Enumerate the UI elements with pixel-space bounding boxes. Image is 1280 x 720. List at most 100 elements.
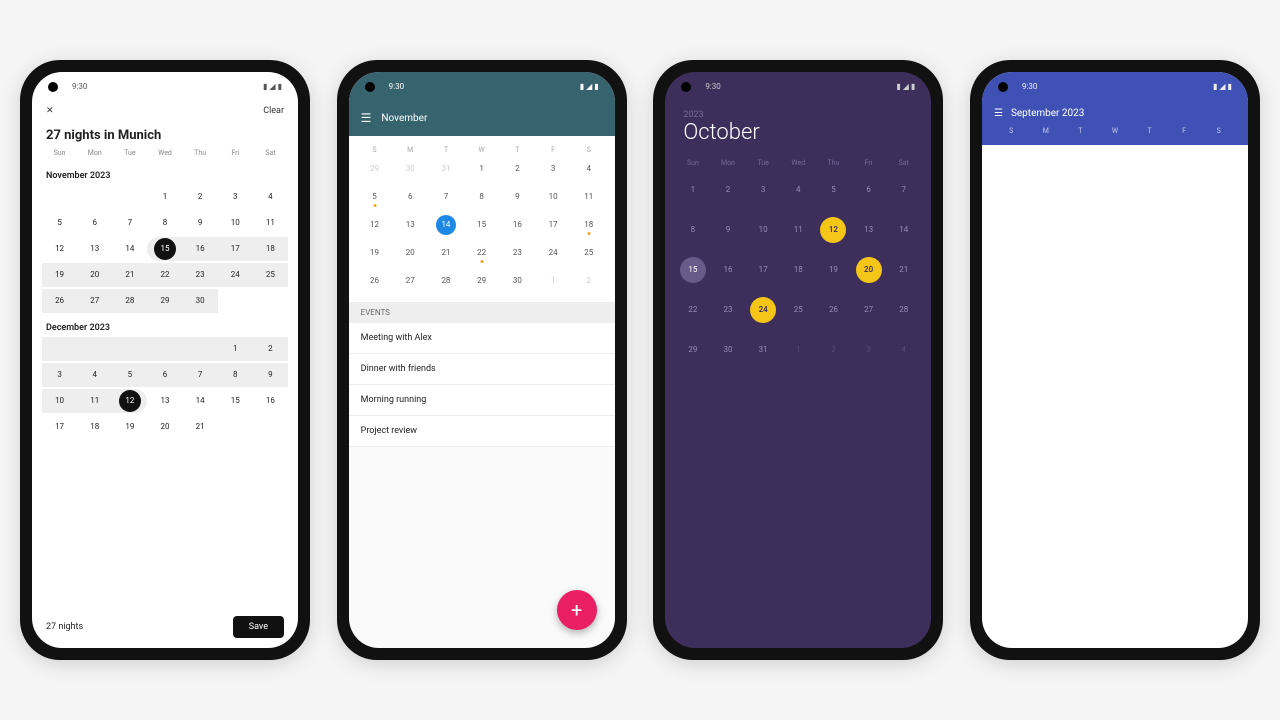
calendar-day[interactable]: 28 <box>886 297 921 323</box>
calendar-day[interactable]: 7 <box>886 177 921 203</box>
calendar-day[interactable]: 18 <box>781 257 816 283</box>
calendar-day[interactable]: 8 <box>675 217 710 243</box>
calendar-day[interactable]: 6 <box>392 186 428 208</box>
calendar-day[interactable]: 30 <box>710 337 745 363</box>
calendar-day[interactable]: 16 <box>253 389 288 413</box>
calendar-day[interactable]: 10 <box>218 211 253 235</box>
calendar-day[interactable]: 30 <box>392 158 428 180</box>
calendar-day[interactable]: 21 <box>112 263 147 287</box>
calendar-day[interactable]: 8 <box>147 211 182 235</box>
calendar-day[interactable]: 2 <box>571 270 607 292</box>
calendar-day[interactable]: 2 <box>816 337 851 363</box>
calendar-day[interactable]: 2 <box>253 337 288 361</box>
calendar-day[interactable]: 29 <box>357 158 393 180</box>
close-icon[interactable]: ✕ <box>46 106 54 116</box>
calendar-day[interactable]: 30 <box>500 270 536 292</box>
calendar-day[interactable]: 15 <box>464 214 500 236</box>
calendar-grid[interactable]: 2930311234567891011121314151617181920212… <box>357 158 607 292</box>
calendar-day[interactable]: 1 <box>675 177 710 203</box>
calendar-day[interactable]: 1 <box>464 158 500 180</box>
calendar-day[interactable]: 16 <box>183 237 218 261</box>
calendar-day[interactable]: 11 <box>253 211 288 235</box>
calendar-day[interactable]: 4 <box>571 158 607 180</box>
calendar-day[interactable]: 2 <box>500 158 536 180</box>
calendar-day[interactable]: 9 <box>710 217 745 243</box>
calendar-day[interactable]: 19 <box>112 415 147 439</box>
calendar-day[interactable]: 3 <box>218 185 253 209</box>
calendar-day[interactable]: 30 <box>183 289 218 313</box>
calendar-day[interactable]: 2 <box>710 177 745 203</box>
calendar-day[interactable]: 12 <box>357 214 393 236</box>
calendar-day[interactable]: 21 <box>183 415 218 439</box>
calendar-day[interactable]: 26 <box>357 270 393 292</box>
calendar-day[interactable]: 31 <box>428 158 464 180</box>
calendar-day[interactable]: 16 <box>710 257 745 283</box>
calendar-grid[interactable]: 1234567891011121314151617181920212223242… <box>665 173 931 367</box>
calendar-day[interactable]: 15 <box>147 237 182 261</box>
calendar-day[interactable]: 13 <box>147 389 182 413</box>
calendar-day[interactable]: 18 <box>571 214 607 236</box>
calendar-day[interactable]: 1 <box>781 337 816 363</box>
calendar-day[interactable]: 2 <box>183 185 218 209</box>
calendar-day[interactable]: 29 <box>675 337 710 363</box>
calendar-day[interactable]: 20 <box>77 263 112 287</box>
calendar-day[interactable]: 12 <box>112 389 147 413</box>
event-item[interactable]: Project review <box>349 416 615 447</box>
calendar-day[interactable]: 12 <box>42 237 77 261</box>
calendar-day[interactable]: 20 <box>392 242 428 264</box>
calendar-day[interactable]: 26 <box>42 289 77 313</box>
calendar-grid-dec[interactable]: 123456789101112131415161718192021 <box>32 337 298 439</box>
calendar-day[interactable]: 5 <box>42 211 77 235</box>
calendar-day[interactable]: 23 <box>500 242 536 264</box>
calendar-day[interactable]: 28 <box>428 270 464 292</box>
calendar-day[interactable]: 3 <box>42 363 77 387</box>
calendar-day[interactable]: 27 <box>77 289 112 313</box>
calendar-day[interactable]: 29 <box>147 289 182 313</box>
menu-icon[interactable]: ☰ <box>994 108 1003 119</box>
calendar-day[interactable]: 12 <box>816 217 851 243</box>
calendar-day[interactable]: 25 <box>253 263 288 287</box>
calendar-day[interactable]: 1 <box>218 337 253 361</box>
calendar-day[interactable]: 18 <box>253 237 288 261</box>
calendar-day[interactable]: 14 <box>183 389 218 413</box>
calendar-day[interactable]: 1 <box>535 270 571 292</box>
calendar-day[interactable]: 5 <box>357 186 393 208</box>
calendar-day[interactable]: 14 <box>886 217 921 243</box>
calendar-day[interactable]: 19 <box>42 263 77 287</box>
calendar-day[interactable]: 15 <box>675 257 710 283</box>
calendar-day[interactable]: 4 <box>77 363 112 387</box>
calendar-day[interactable]: 27 <box>392 270 428 292</box>
calendar-day[interactable]: 22 <box>147 263 182 287</box>
calendar-day[interactable]: 23 <box>710 297 745 323</box>
calendar-day[interactable]: 17 <box>42 415 77 439</box>
calendar-day[interactable]: 19 <box>357 242 393 264</box>
month-label[interactable]: September 2023 <box>1011 108 1084 119</box>
calendar-grid-nov[interactable]: 1234567891011121314151617181920212223242… <box>32 185 298 313</box>
calendar-day[interactable]: 13 <box>392 214 428 236</box>
calendar-day[interactable]: 25 <box>571 242 607 264</box>
calendar-day[interactable]: 25 <box>781 297 816 323</box>
event-item[interactable]: Meeting with Alex <box>349 323 615 354</box>
event-item[interactable]: Morning running <box>349 385 615 416</box>
calendar-day[interactable]: 16 <box>500 214 536 236</box>
calendar-day[interactable]: 11 <box>77 389 112 413</box>
calendar-day[interactable]: 20 <box>147 415 182 439</box>
calendar-day[interactable]: 3 <box>851 337 886 363</box>
calendar-day[interactable]: 3 <box>746 177 781 203</box>
calendar-day[interactable]: 8 <box>464 186 500 208</box>
calendar-day[interactable]: 19 <box>816 257 851 283</box>
calendar-day[interactable]: 4 <box>781 177 816 203</box>
calendar-day[interactable]: 6 <box>147 363 182 387</box>
calendar-day[interactable]: 21 <box>428 242 464 264</box>
calendar-day[interactable]: 28 <box>112 289 147 313</box>
calendar-day[interactable]: 17 <box>218 237 253 261</box>
calendar-day[interactable]: 24 <box>218 263 253 287</box>
calendar-day[interactable]: 24 <box>535 242 571 264</box>
calendar-day[interactable]: 5 <box>112 363 147 387</box>
calendar-day[interactable]: 17 <box>746 257 781 283</box>
calendar-day[interactable]: 22 <box>675 297 710 323</box>
calendar-day[interactable]: 14 <box>428 214 464 236</box>
calendar-day[interactable]: 29 <box>464 270 500 292</box>
calendar-day[interactable]: 18 <box>77 415 112 439</box>
calendar-day[interactable]: 11 <box>571 186 607 208</box>
